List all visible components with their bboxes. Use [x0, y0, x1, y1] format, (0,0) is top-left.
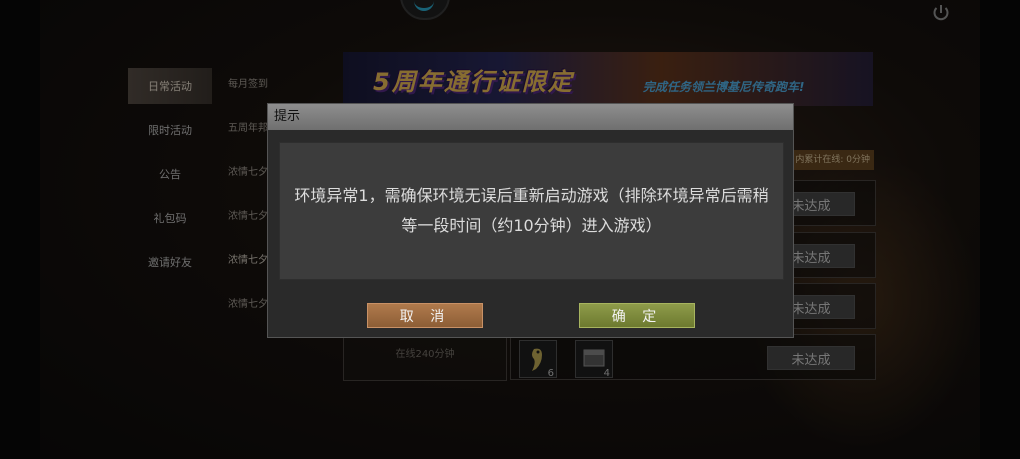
alert-dialog: 提示 环境异常1，需确保环境无误后重新启动游戏（排除环境异常后需稍等一段时间（约…	[267, 103, 794, 338]
dialog-message: 环境异常1，需确保环境无误后重新启动游戏（排除环境异常后需稍等一段时间（约10分…	[294, 186, 769, 235]
confirm-button[interactable]: 确 定	[579, 303, 695, 328]
dialog-body: 环境异常1，需确保环境无误后重新启动游戏（排除环境异常后需稍等一段时间（约10分…	[279, 142, 784, 280]
dialog-title: 提示	[268, 104, 793, 130]
cancel-button[interactable]: 取 消	[367, 303, 483, 328]
